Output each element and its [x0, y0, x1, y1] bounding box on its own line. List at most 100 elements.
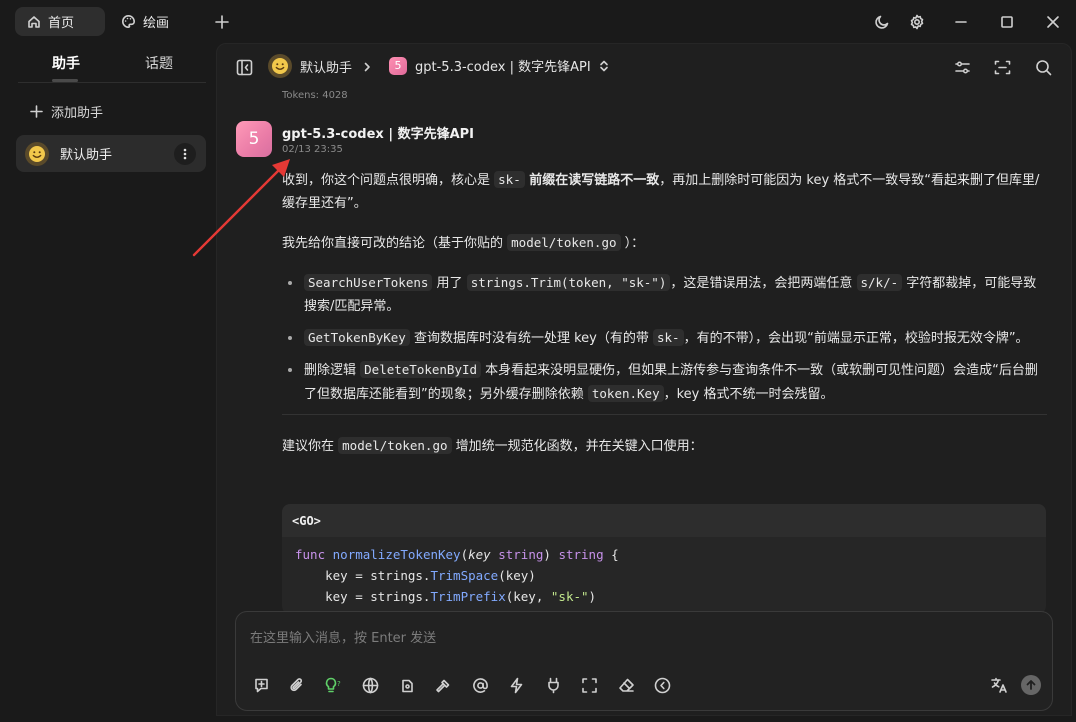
tab-painting-label: 绘画 — [143, 16, 170, 31]
sidebar-tab-topics[interactable]: 话题 — [145, 53, 173, 73]
assistant-item-default[interactable]: 默认助手 — [16, 135, 206, 172]
assistant-more-button[interactable] — [174, 143, 196, 165]
text: 我先给你直接可改的结论（基于你贴的 — [282, 236, 508, 251]
assistant-avatar — [268, 54, 292, 78]
expand-icon — [994, 60, 1010, 74]
maximize-button[interactable] — [996, 11, 1018, 33]
text: ）： — [620, 236, 645, 251]
message-input-box[interactable]: 在这里输入消息，按 Enter 发送 ? — [235, 611, 1053, 711]
inline-code: model/token.go — [507, 234, 621, 251]
code-language-label: <GO> — [282, 504, 1046, 537]
translate-button[interactable] — [988, 674, 1010, 696]
message-content: 收到，你这个问题点很明确，核心是 sk- 前缀在读写链路不一致，再加上删除时可能… — [282, 168, 1047, 474]
code-line: key = strings.TrimSpace(key) — [295, 568, 536, 583]
text: ，这是错误用法，会把两端任意 — [670, 276, 857, 291]
maximize-corners-icon — [582, 677, 597, 693]
new-tab-button[interactable] — [211, 11, 233, 33]
title-bar: 首页 绘画 — [0, 0, 1076, 44]
maximize-icon — [1001, 16, 1013, 28]
mention-button[interactable] — [469, 674, 491, 696]
sidebar: 助手 话题 添加助手 默认助手 — [0, 44, 216, 722]
text: 删除逻辑 — [304, 363, 361, 378]
assistant-name: 默认助手 — [60, 148, 113, 163]
smiley-icon — [29, 145, 45, 162]
sliders-icon — [954, 60, 970, 74]
paragraph-1: 收到，你这个问题点很明确，核心是 sk- 前缀在读写链路不一致，再加上删除时可能… — [282, 168, 1047, 215]
model-selector[interactable]: 5 gpt-5.3-codex | 数字先锋API — [389, 56, 609, 75]
clear-button[interactable] — [615, 674, 637, 696]
tools-button[interactable] — [433, 674, 455, 696]
breadcrumb-separator — [356, 56, 378, 78]
bold-text: 前缀在读写链路不一致 — [524, 173, 660, 188]
toggle-sidebar-button[interactable] — [233, 56, 255, 78]
paperclip-icon — [290, 677, 302, 691]
settings-button[interactable] — [906, 11, 928, 33]
minimize-button[interactable] — [950, 11, 972, 33]
tab-home[interactable]: 首页 — [15, 7, 105, 36]
sidebar-tab-assistants[interactable]: 助手 — [52, 53, 80, 73]
input-toolbar: ? — [250, 674, 688, 696]
search-icon — [1035, 59, 1051, 75]
home-icon — [28, 15, 40, 28]
thinking-button[interactable]: ? — [323, 674, 345, 696]
inline-code: SearchUserTokens — [304, 274, 433, 291]
attach-button[interactable] — [287, 674, 309, 696]
inline-code: sk- — [653, 329, 684, 346]
lightning-icon — [510, 677, 523, 693]
assistant-avatar — [25, 141, 49, 166]
new-topic-icon — [254, 678, 268, 692]
plus-icon — [215, 15, 229, 29]
hammer-icon — [436, 679, 450, 692]
gear-icon — [910, 14, 924, 30]
text: 增加统一规范化函数，并在关键入口使用： — [451, 439, 703, 454]
code-line: func normalizeTokenKey(key string) strin… — [295, 547, 619, 562]
more-vertical-icon — [183, 148, 187, 160]
message-input-placeholder[interactable]: 在这里输入消息，按 Enter 发送 — [250, 627, 436, 646]
list-item: 删除逻辑 DeleteTokenById 本身看起来没明显硬伤，但如果上游传参与… — [288, 358, 1047, 406]
theme-toggle-button[interactable] — [871, 11, 893, 33]
close-button[interactable] — [1042, 11, 1064, 33]
eraser-icon — [618, 678, 634, 692]
expand-input-button[interactable] — [579, 674, 601, 696]
assistant-crumb[interactable]: 默认助手 — [268, 54, 352, 78]
conclusion-list: SearchUserTokens 用了 strings.Trim(token, … — [288, 271, 1047, 406]
chevron-up-down-icon — [599, 60, 608, 71]
chat-settings-button[interactable] — [951, 56, 973, 78]
web-search-button[interactable] — [360, 674, 382, 696]
code-block: <GO> func normalizeTokenKey(key string) … — [282, 504, 1046, 614]
tab-painting[interactable]: 绘画 — [109, 7, 181, 36]
new-topic-button[interactable] — [250, 674, 272, 696]
tab-home-label: 首页 — [48, 16, 75, 31]
arrow-up-icon — [1026, 680, 1036, 690]
message-sender: gpt-5.3-codex | 数字先锋API — [282, 127, 475, 142]
knowledge-icon — [401, 679, 413, 692]
quick-phrase-button[interactable] — [506, 674, 528, 696]
at-icon — [472, 677, 488, 693]
chevron-right-icon — [364, 62, 370, 72]
send-button[interactable] — [1021, 675, 1041, 695]
knowledge-button[interactable] — [396, 674, 418, 696]
search-button[interactable] — [1032, 56, 1054, 78]
moon-icon — [875, 15, 889, 29]
token-count: Tokens: 4028 — [282, 90, 348, 101]
collapse-toolbar-button[interactable] — [652, 674, 674, 696]
fullscreen-button[interactable] — [991, 56, 1013, 78]
add-assistant-button[interactable]: 添加助手 — [30, 102, 103, 121]
inline-code: sk- — [494, 171, 525, 188]
model-name: gpt-5.3-codex | 数字先锋API — [415, 60, 591, 75]
inline-code: strings.Trim(token, "sk-") — [466, 274, 671, 291]
smiley-icon — [272, 58, 288, 74]
code-line: key = strings.TrimPrefix(key, "sk-") — [295, 589, 597, 604]
chat-panel: 默认助手 5 gpt-5.3-codex | 数字先锋API Tokens: 4… — [216, 43, 1072, 716]
paragraph-2: 我先给你直接可改的结论（基于你贴的 model/token.go ）： — [282, 231, 1047, 255]
globe-icon — [362, 677, 379, 693]
translate-icon — [991, 677, 1007, 693]
palette-icon — [122, 15, 135, 28]
plugin-button[interactable] — [542, 674, 564, 696]
lightbulb-icon: ? — [325, 677, 341, 692]
sidebar-divider — [18, 82, 206, 83]
active-tab-indicator — [52, 79, 78, 82]
model-badge: 5 — [389, 56, 407, 75]
inline-code: model/token.go — [338, 437, 452, 454]
inline-code: GetTokenByKey — [304, 329, 410, 346]
